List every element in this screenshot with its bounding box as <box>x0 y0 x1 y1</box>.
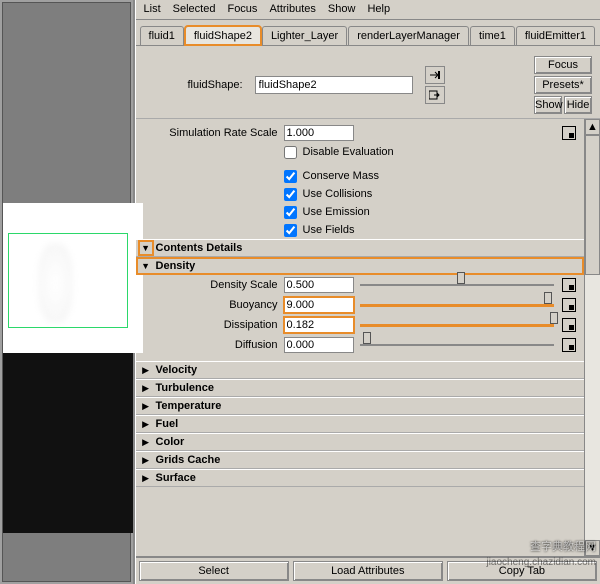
section-color[interactable]: ▶Color <box>136 433 584 451</box>
density-scale-slider[interactable] <box>360 277 554 293</box>
buoyancy-slider[interactable] <box>360 297 554 313</box>
disable-eval-checkbox[interactable] <box>284 146 297 159</box>
conserve-mass-checkbox[interactable] <box>284 170 297 183</box>
scroll-up-icon[interactable]: ▲ <box>585 119 600 135</box>
focus-button[interactable]: Focus <box>534 56 592 74</box>
use-emission-label: Use Emission <box>303 206 370 218</box>
tab-fluidshape2[interactable]: fluidShape2 <box>185 26 261 45</box>
twisty-down-icon: ▼ <box>140 242 152 254</box>
dissipation-label: Dissipation <box>144 319 284 331</box>
twisty-right-icon: ▶ <box>140 400 152 412</box>
vertical-scrollbar[interactable]: ▲ ▼ <box>584 119 600 556</box>
conserve-mass-label: Conserve Mass <box>303 170 379 182</box>
use-fields-checkbox[interactable] <box>284 224 297 237</box>
menu-bar: List Selected Focus Attributes Show Help <box>136 0 600 20</box>
menu-focus[interactable]: Focus <box>227 3 257 16</box>
map-icon[interactable] <box>562 338 576 352</box>
shape-label: fluidShape: <box>144 79 249 91</box>
menu-attributes[interactable]: Attributes <box>269 3 315 16</box>
menu-help[interactable]: Help <box>367 3 390 16</box>
diffusion-label: Diffusion <box>144 339 284 351</box>
sim-rate-map-icon[interactable] <box>562 126 576 140</box>
use-collisions-checkbox[interactable] <box>284 188 297 201</box>
section-surface[interactable]: ▶Surface <box>136 469 584 487</box>
node-header: fluidShape: Focus Presets* Show Hide <box>136 46 600 119</box>
sim-rate-label: Simulation Rate Scale <box>144 127 284 139</box>
tab-fluid1[interactable]: fluid1 <box>140 26 184 45</box>
presets-button[interactable]: Presets* <box>534 76 592 94</box>
use-emission-checkbox[interactable] <box>284 206 297 219</box>
scroll-down-icon[interactable]: ▼ <box>585 540 600 556</box>
use-fields-label: Use Fields <box>303 224 355 236</box>
viewport-3d[interactable] <box>2 2 131 582</box>
viewport-object-dark <box>3 353 133 533</box>
twisty-down-icon: ▼ <box>140 260 152 272</box>
map-icon[interactable] <box>562 278 576 292</box>
go-to-input-icon[interactable] <box>425 66 445 84</box>
buoyancy-input[interactable] <box>284 297 354 313</box>
twisty-right-icon: ▶ <box>140 382 152 394</box>
attributes-scroll: Simulation Rate Scale Disable Evaluation… <box>136 119 584 556</box>
map-icon[interactable] <box>562 318 576 332</box>
diffusion-input[interactable] <box>284 337 354 353</box>
density-scale-input[interactable] <box>284 277 354 293</box>
header-buttons: Focus Presets* Show Hide <box>534 56 592 114</box>
use-collisions-label: Use Collisions <box>303 188 373 200</box>
menu-list[interactable]: List <box>144 3 161 16</box>
fluid-smoke <box>38 243 73 323</box>
twisty-right-icon: ▶ <box>140 364 152 376</box>
menu-show[interactable]: Show <box>328 3 356 16</box>
buoyancy-label: Buoyancy <box>144 299 284 311</box>
twisty-right-icon: ▶ <box>140 436 152 448</box>
section-density[interactable]: ▼ Density <box>136 257 584 275</box>
twisty-right-icon: ▶ <box>140 418 152 430</box>
disable-eval-label: Disable Evaluation <box>303 146 394 158</box>
bottom-button-bar: Select Load Attributes Copy Tab <box>136 556 600 584</box>
section-turbulence[interactable]: ▶Turbulence <box>136 379 584 397</box>
section-fuel[interactable]: ▶Fuel <box>136 415 584 433</box>
section-temperature[interactable]: ▶Temperature <box>136 397 584 415</box>
disable-eval-row: Disable Evaluation <box>136 143 584 161</box>
diffusion-row: Diffusion <box>136 335 584 355</box>
select-button[interactable]: Select <box>139 561 289 581</box>
section-velocity[interactable]: ▶Velocity <box>136 361 584 379</box>
tab-time1[interactable]: time1 <box>470 26 515 45</box>
hide-button[interactable]: Hide <box>564 96 592 114</box>
tab-fluidemitter1[interactable]: fluidEmitter1 <box>516 26 595 45</box>
sim-rate-row: Simulation Rate Scale <box>136 123 584 143</box>
density-scale-row: Density Scale <box>136 275 584 295</box>
node-tabs: fluid1 fluidShape2 Lighter_Layer renderL… <box>136 20 600 46</box>
dissipation-slider[interactable] <box>360 317 554 333</box>
map-icon[interactable] <box>562 298 576 312</box>
section-contents-details[interactable]: ▼ Contents Details <box>136 239 584 257</box>
scroll-track[interactable] <box>585 135 600 540</box>
sim-rate-input[interactable] <box>284 125 354 141</box>
section-grids-cache[interactable]: ▶Grids Cache <box>136 451 584 469</box>
menu-selected[interactable]: Selected <box>173 3 216 16</box>
go-to-output-icon[interactable] <box>425 86 445 104</box>
density-scale-label: Density Scale <box>144 279 284 291</box>
tab-lighter-layer[interactable]: Lighter_Layer <box>262 26 347 45</box>
load-attributes-button[interactable]: Load Attributes <box>293 561 443 581</box>
twisty-right-icon: ▶ <box>140 454 152 466</box>
shape-name-input[interactable] <box>255 76 413 94</box>
twisty-right-icon: ▶ <box>140 472 152 484</box>
attribute-editor: List Selected Focus Attributes Show Help… <box>135 0 600 584</box>
show-button[interactable]: Show <box>534 96 562 114</box>
tab-renderlayermanager[interactable]: renderLayerManager <box>348 26 469 45</box>
dissipation-input[interactable] <box>284 317 354 333</box>
copy-tab-button[interactable]: Copy Tab <box>447 561 597 581</box>
viewport-panel <box>0 0 135 584</box>
dissipation-row: Dissipation <box>136 315 584 335</box>
scroll-thumb[interactable] <box>585 135 600 275</box>
diffusion-slider[interactable] <box>360 337 554 353</box>
buoyancy-row: Buoyancy <box>136 295 584 315</box>
